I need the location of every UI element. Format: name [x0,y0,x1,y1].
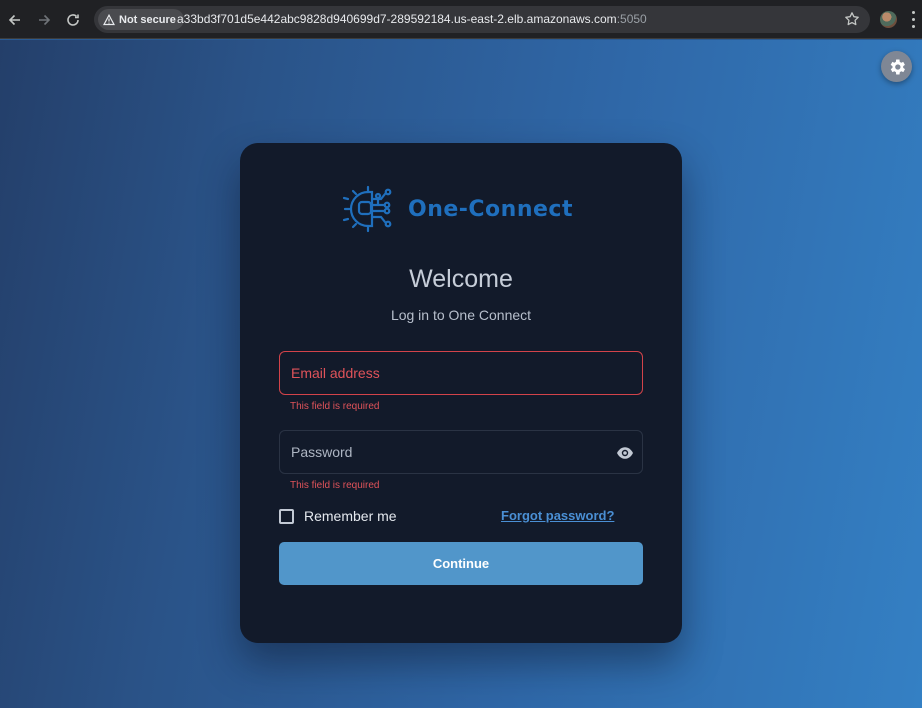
password-error: This field is required [290,480,380,491]
login-card: One-Connect Welcome Log in to One Connec… [240,143,682,643]
reload-icon[interactable] [62,9,84,31]
url-port: :5050 [616,12,647,26]
email-field[interactable] [279,351,643,395]
address-bar[interactable]: Not secure a33bd3f701d5e442abc9828d94069… [94,6,870,33]
email-input[interactable] [280,352,642,394]
back-icon[interactable] [4,9,26,31]
show-password-toggle[interactable] [616,445,634,461]
page-subtitle: Log in to One Connect [390,307,532,323]
brand-name: One-Connect [408,196,573,222]
password-input[interactable] [280,431,642,473]
forward-icon[interactable] [33,9,55,31]
security-chip-label: Not secure [119,13,176,26]
url-host: a33bd3f701d5e442abc9828d940699d7-2895921… [177,12,617,26]
kebab-menu-icon[interactable] [912,11,916,28]
password-field[interactable] [279,430,643,474]
url-text[interactable]: a33bd3f701d5e442abc9828d940699d7-2895921… [177,12,647,26]
continue-button[interactable]: Continue [279,542,643,585]
security-chip[interactable]: Not secure [98,9,184,30]
login-page: One-Connect Welcome Log in to One Connec… [0,40,922,708]
gear-icon [890,59,905,74]
warning-icon [103,13,115,25]
browser-toolbar: Not secure a33bd3f701d5e442abc9828d94069… [0,0,922,39]
profile-avatar[interactable] [880,11,897,28]
page-title: Welcome [409,265,513,293]
remember-me-checkbox[interactable] [279,508,294,524]
brand-logo: One-Connect [342,183,573,235]
forgot-password-link[interactable]: Forgot password? [501,508,614,523]
email-error: This field is required [290,401,380,412]
remember-me-label[interactable]: Remember me [304,508,397,524]
eye-icon [617,447,633,459]
remember-me[interactable]: Remember me [279,508,397,524]
settings-button[interactable] [881,51,912,82]
star-icon[interactable] [844,11,860,27]
circuit-gear-icon [342,185,392,233]
